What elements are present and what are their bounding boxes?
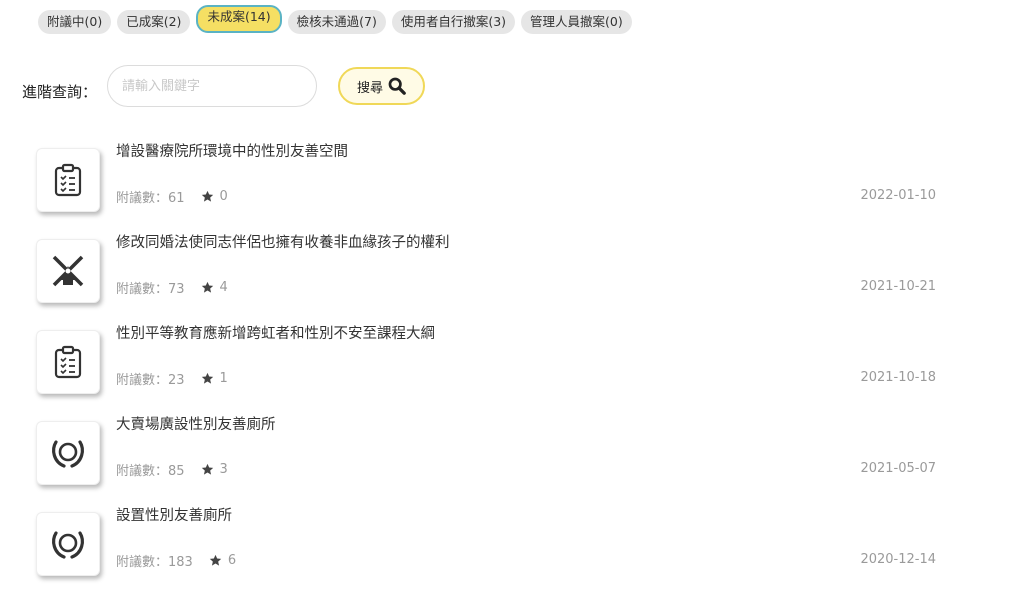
clipboard-icon [54, 345, 82, 379]
tab-user-withdrawn[interactable]: 使用者自行撤案(3) [391, 10, 516, 34]
star-count: 0 [219, 189, 228, 204]
star-icon [201, 281, 213, 293]
star-icon [201, 463, 213, 475]
tab-not-passed[interactable]: 未成案(14) [196, 5, 282, 33]
proposal-title[interactable]: 大賣場廣設性別友善廁所 [116, 413, 276, 434]
star-count: 1 [219, 371, 228, 386]
tab-admin-withdrawn[interactable]: 管理人員撤案(0) [521, 10, 632, 34]
proposal-meta: 附議數：61 0 [116, 187, 228, 206]
search-label: 進階查詢： [22, 83, 98, 101]
proposal-meta: 附議數：73 4 [116, 278, 228, 297]
support-count: 附議數：85 [116, 464, 185, 479]
star-icon [209, 554, 222, 566]
status-tabs: 附議中(0) 已成案(2) 未成案(14) 檢核未通過(7) 使用者自行撤案(3… [38, 5, 632, 34]
proposal-date: 2022-01-10 [860, 188, 936, 203]
proposal-date: 2020-12-14 [860, 552, 936, 567]
list-item[interactable]: 性別平等教育應新增跨虹者和性別不安至課程大綱 附議數：23 1 2021-10-… [36, 322, 936, 400]
support-count: 附議數：73 [116, 282, 185, 297]
proposal-thumbnail[interactable] [36, 330, 100, 394]
proposal-date: 2021-05-07 [860, 461, 936, 476]
search-icon [388, 77, 406, 95]
proposal-thumbnail[interactable] [36, 239, 100, 303]
proposal-thumbnail[interactable] [36, 421, 100, 485]
star-count: 3 [219, 462, 228, 477]
proposal-meta: 附議數：183 6 [116, 551, 236, 570]
proposal-thumbnail[interactable] [36, 512, 100, 576]
tab-pending[interactable]: 附議中(0) [38, 10, 112, 34]
support-count: 附議數：61 [116, 191, 185, 206]
clipboard-icon [54, 163, 82, 197]
support-count: 附議數：183 [116, 555, 193, 570]
proposal-date: 2021-10-21 [860, 279, 936, 294]
list-item[interactable]: 增設醫療院所環境中的性別友善空間 附議數：61 0 2022-01-10 [36, 140, 936, 218]
proposal-thumbnail[interactable] [36, 148, 100, 212]
proposal-title[interactable]: 增設醫療院所環境中的性別友善空間 [116, 140, 348, 161]
search-button-label: 搜尋 [356, 80, 383, 96]
list-item[interactable]: 設置性別友善廁所 附議數：183 6 2020-12-14 [36, 504, 936, 582]
tab-passed[interactable]: 已成案(2) [117, 10, 191, 34]
star-count: 6 [227, 553, 237, 568]
tab-review-failed[interactable]: 檢核未通過(7) [287, 10, 386, 34]
hands-circle-icon [52, 440, 84, 468]
star-count: 4 [219, 280, 228, 295]
proposal-date: 2021-10-18 [860, 370, 936, 385]
proposal-meta: 附議數：85 3 [116, 460, 228, 479]
hands-circle-icon [52, 531, 84, 559]
star-icon [201, 372, 213, 384]
proposal-title[interactable]: 性別平等教育應新增跨虹者和性別不安至課程大綱 [116, 322, 435, 343]
list-item[interactable]: 大賣場廣設性別友善廁所 附議數：85 3 2021-05-07 [36, 413, 936, 491]
search-button[interactable]: 搜尋 [338, 67, 425, 105]
proposal-title[interactable]: 修改同婚法使同志伴侶也擁有收養非血緣孩子的權利 [116, 231, 450, 252]
windmill-icon [52, 255, 84, 287]
list-item[interactable]: 修改同婚法使同志伴侶也擁有收養非血緣孩子的權利 附議數：73 4 2021-10… [36, 231, 936, 309]
proposal-meta: 附議數：23 1 [116, 369, 228, 388]
star-icon [201, 190, 213, 202]
search-input[interactable] [107, 65, 317, 107]
proposal-title[interactable]: 設置性別友善廁所 [116, 504, 232, 525]
support-count: 附議數：23 [116, 373, 185, 388]
